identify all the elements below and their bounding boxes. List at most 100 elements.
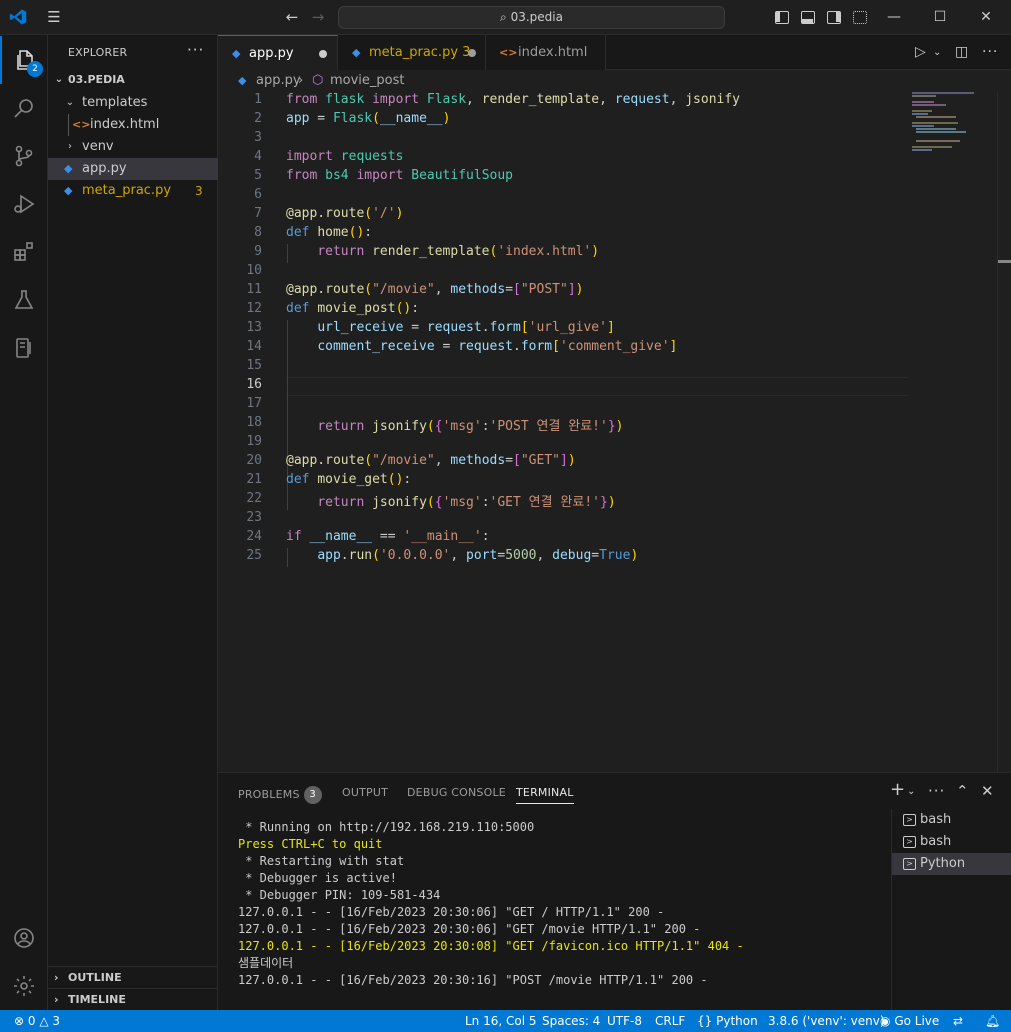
search-text: 03.pedia <box>510 10 563 24</box>
breadcrumb-symbol[interactable]: movie_post <box>330 70 405 92</box>
search-activity[interactable] <box>0 84 48 132</box>
tree-item-templates[interactable]: ⌄ templates <box>48 92 218 114</box>
python-interpreter[interactable]: 3.8.6 ('venv': venv) <box>768 1010 885 1032</box>
line-number: 12 <box>246 301 262 316</box>
terminal-item-python[interactable]: > Python <box>892 853 1011 875</box>
unsaved-dot-icon[interactable] <box>319 50 327 58</box>
unsaved-dot-icon[interactable] <box>468 49 476 57</box>
tab-label: app.py <box>249 46 294 61</box>
code-line-13: url_receive = request.form['url_give'] <box>317 320 615 335</box>
warning-count: 3 <box>52 1014 61 1028</box>
run-debug-icon <box>14 194 35 214</box>
warning-icon: △ <box>39 1014 49 1028</box>
customize-layout-icon[interactable] <box>853 11 867 24</box>
run-debug-activity[interactable] <box>0 180 48 228</box>
cursor-position[interactable]: Ln 16, Col 5 <box>465 1010 537 1032</box>
terminal-icon: > <box>903 836 916 848</box>
terminal-line: * Restarting with stat <box>238 854 405 868</box>
explorer-activity[interactable]: 2 <box>0 36 48 84</box>
tab-meta-prac-py[interactable]: ◆ meta_prac.py 3 <box>338 35 486 70</box>
tab-index-html[interactable]: <> index.html <box>486 35 606 70</box>
accounts-activity[interactable] <box>0 914 48 962</box>
more-actions-icon[interactable]: ··· <box>928 782 945 800</box>
tree-item-index-html[interactable]: <> index.html <box>48 114 218 136</box>
explorer-badge: 2 <box>27 61 43 77</box>
chevron-down-icon[interactable]: ⌄ <box>907 786 915 797</box>
terminal-item-label: bash <box>920 834 952 849</box>
language-mode[interactable]: {} Python <box>697 1010 758 1032</box>
tree-item-app-py[interactable]: ◆ app.py <box>48 158 218 180</box>
current-line-highlight <box>286 377 908 396</box>
explorer-sidebar: EXPLORER ··· ⌄ 03.PEDIA ⌄ templates <> i… <box>48 35 218 1010</box>
toggle-primary-sidebar-icon[interactable] <box>775 11 789 24</box>
terminal-item-label: bash <box>920 812 952 827</box>
new-terminal-icon[interactable]: + <box>890 779 905 800</box>
tab-app-py[interactable]: ◆ app.py <box>218 35 338 71</box>
toggle-secondary-sidebar-icon[interactable] <box>827 11 841 24</box>
close-panel-icon[interactable]: ✕ <box>981 782 994 800</box>
tab-output[interactable]: OUTPUT <box>342 786 388 799</box>
tree-item-label: templates <box>82 95 148 110</box>
back-arrow-icon[interactable]: ← <box>282 0 302 35</box>
feedback-icon[interactable]: ⇄ <box>953 1010 963 1032</box>
go-live-button[interactable]: ◉ Go Live <box>880 1010 939 1032</box>
code-line-8: def home(): <box>286 225 373 240</box>
terminal-line: 127.0.0.1 - - [16/Feb/2023 20:30:06] "GE… <box>238 905 665 919</box>
line-number: 3 <box>254 130 262 145</box>
tree-item-venv[interactable]: › venv <box>48 136 218 158</box>
line-number: 25 <box>246 548 262 563</box>
code-editor[interactable]: 1 2 3 4 5 6 7 8 9 10 11 12 13 14 15 16 17 18 19 20 21 22 23 24 2… <box>218 92 1011 772</box>
line-number: 2 <box>254 111 262 126</box>
encoding[interactable]: UTF-8 <box>607 1010 642 1032</box>
sidebar-title: EXPLORER <box>68 46 128 59</box>
outline-section[interactable]: › OUTLINE <box>48 966 218 988</box>
terminal-line: * Debugger PIN: 109-581-434 <box>238 888 441 902</box>
terminal-item-bash[interactable]: > bash <box>892 809 1011 831</box>
code-line-18: return jsonify({'msg':'POST 연결 완료!'}) <box>317 419 624 434</box>
terminal-output[interactable]: * Running on http://192.168.219.110:5000… <box>238 819 744 989</box>
tab-terminal[interactable]: TERMINAL <box>516 786 574 804</box>
minimize-button[interactable]: — <box>871 0 917 35</box>
breadcrumb-file[interactable]: app.py <box>256 70 301 92</box>
vertical-scrollbar[interactable] <box>997 92 1011 772</box>
close-window-button[interactable]: ✕ <box>963 0 1009 35</box>
chevron-down-icon[interactable]: ⌄ <box>933 35 941 70</box>
manage-activity[interactable] <box>0 962 48 1010</box>
search-icon: ⌕ <box>500 10 507 24</box>
explorer-root-folder[interactable]: ⌄ 03.PEDIA <box>48 69 218 91</box>
terminal-item-bash[interactable]: > bash <box>892 831 1011 853</box>
tab-problems[interactable]: PROBLEMS 3 <box>238 786 322 804</box>
maximize-panel-icon[interactable]: ⌃ <box>956 782 969 800</box>
timeline-section[interactable]: › TIMELINE <box>48 988 218 1010</box>
remote-explorer-activity[interactable] <box>0 324 48 372</box>
testing-activity[interactable] <box>0 276 48 324</box>
notifications-bell-icon[interactable]: 🔔︎ <box>985 1010 1000 1032</box>
menu-icon[interactable]: ☰ <box>42 0 66 35</box>
more-actions-icon[interactable]: ··· <box>187 41 204 59</box>
tab-label: PROBLEMS <box>238 788 300 801</box>
split-editor-icon[interactable]: ◫ <box>955 35 968 70</box>
tree-item-label: index.html <box>90 117 160 132</box>
source-control-activity[interactable] <box>0 132 48 180</box>
line-number: 14 <box>246 339 262 354</box>
forward-arrow-icon[interactable]: → <box>308 0 328 35</box>
code-line-1: from flask import Flask, render_template… <box>286 92 741 107</box>
problems-status[interactable]: ⊗ 0 △ 3 <box>14 1010 60 1032</box>
code-line-20: @app.route("/movie", methods=["GET"]) <box>286 453 576 468</box>
code-line-12: def movie_post(): <box>286 301 420 316</box>
command-center-search[interactable]: ⌕ 03.pedia <box>338 6 725 29</box>
chevron-down-icon: ⌄ <box>54 74 64 85</box>
tree-item-meta-prac-py[interactable]: ◆ meta_prac.py 3 <box>48 180 218 202</box>
end-of-line[interactable]: CRLF <box>655 1010 685 1032</box>
line-number: 9 <box>254 244 262 259</box>
breadcrumb-separator-icon: › <box>298 73 304 88</box>
indentation[interactable]: Spaces: 4 <box>542 1010 600 1032</box>
tab-debug-console[interactable]: DEBUG CONSOLE <box>407 786 506 799</box>
extensions-activity[interactable] <box>0 228 48 276</box>
minimap[interactable] <box>912 92 997 152</box>
toggle-panel-icon[interactable] <box>801 11 815 24</box>
maximize-button[interactable]: ☐ <box>917 0 963 35</box>
more-actions-icon[interactable]: ··· <box>982 35 998 70</box>
run-python-file-icon[interactable]: ▷ <box>915 35 926 70</box>
line-number: 8 <box>254 225 262 240</box>
